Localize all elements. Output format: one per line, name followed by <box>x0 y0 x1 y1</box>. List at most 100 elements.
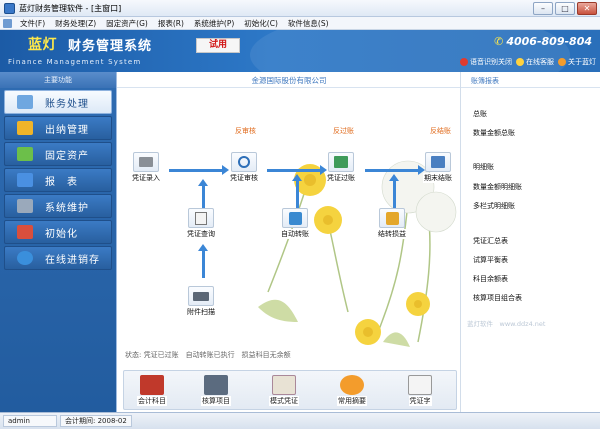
voucher-query-button[interactable]: 凭证查询 <box>184 208 218 242</box>
menu-initialize[interactable]: 初始化(C) <box>239 18 283 29</box>
voucher-audit-button[interactable]: 凭证审核 <box>227 152 261 186</box>
report-qty-amount-ledger[interactable]: 数量金额总账 <box>473 128 515 138</box>
brand-title: 财务管理系统 <box>68 39 153 54</box>
close-button[interactable]: ✕ <box>577 2 597 15</box>
menu-fixed-assets[interactable]: 固定资产(G) <box>101 18 153 29</box>
company-name: 金源国际股份有限公司 <box>117 74 461 88</box>
voucher-entry-label: 凭证录入 <box>131 173 161 183</box>
carry-profit-loss-button[interactable]: 结转损益 <box>375 208 409 242</box>
voucher-entry-button[interactable]: 凭证录入 <box>129 152 163 186</box>
workflow-status: 状态: 凭证已过账 自动转账已执行 损益科目无余额 <box>125 351 291 359</box>
about-label: 关于蓝灯 <box>568 58 596 66</box>
report-trial-balance[interactable]: 试算平衡表 <box>473 255 508 265</box>
sidebar: 主要功能 账务处理 出纳管理 固定资产 报 表 系统维护 初始化 在线进销存 <box>0 72 116 412</box>
flow-arrow-entry-audit <box>169 165 229 175</box>
online-service-label: 在线客服 <box>526 58 554 66</box>
transfer-icon <box>282 208 308 228</box>
report-voucher-summary[interactable]: 凭证汇总表 <box>473 236 508 246</box>
status-bar: admin 会计期间: 2008-02 <box>0 412 600 429</box>
brand-name: 蓝灯 <box>28 37 57 53</box>
sidebar-item-label: 在线进销存 <box>45 254 100 266</box>
summary-flower-icon <box>340 375 364 395</box>
window-controls: – □ ✕ <box>533 2 597 15</box>
flow-arrow-profit-close <box>389 174 399 208</box>
reverse-close-link[interactable]: 反结账 <box>430 126 451 136</box>
auto-transfer-button[interactable]: 自动转账 <box>278 208 312 242</box>
report-icon <box>17 173 33 187</box>
sidebar-item-maintenance[interactable]: 系统维护 <box>4 194 112 218</box>
about-link[interactable]: 关于蓝灯 <box>558 57 596 67</box>
hotline-number: 4006-809-804 <box>506 35 592 48</box>
reports-panel: 账簿报表 总账 数量金额总账 明细账 数量金额明细账 多栏式明细账 凭证汇总表 … <box>460 72 600 412</box>
menu-bar: 文件(F) 财务处理(Z) 固定资产(G) 报表(R) 系统维护(P) 初始化(… <box>0 17 600 30</box>
accounting-period: 会计期间: 2008-02 <box>60 415 132 427</box>
maximize-button[interactable]: □ <box>555 2 575 15</box>
menu-app-icon[interactable] <box>3 18 12 28</box>
sidebar-item-cashier[interactable]: 出纳管理 <box>4 116 112 140</box>
sidebar-item-reports[interactable]: 报 表 <box>4 168 112 192</box>
reverse-audit-link[interactable]: 反审核 <box>235 126 256 136</box>
minimize-button[interactable]: – <box>533 2 553 15</box>
report-qty-amount-detail[interactable]: 数量金额明细账 <box>473 182 522 192</box>
globe-icon <box>17 251 33 265</box>
voucher-word-label: 凭证字 <box>408 396 432 406</box>
reverse-post-link[interactable]: 反过账 <box>333 126 354 136</box>
window-title: 蓝灯财务管理软件 - [主窗口] <box>19 3 122 13</box>
sidebar-item-online-inventory[interactable]: 在线进销存 <box>4 246 112 270</box>
voucher-post-button[interactable]: 凭证过账 <box>324 152 358 186</box>
accounts-book-icon <box>140 375 164 395</box>
voucher-query-label: 凭证查询 <box>186 229 216 239</box>
period-close-label: 期末结账 <box>423 173 453 183</box>
sidebar-item-fixed-assets[interactable]: 固定资产 <box>4 142 112 166</box>
sidebar-item-label: 固定资产 <box>45 150 89 162</box>
chart-of-accounts-button[interactable]: 会计科目 <box>132 375 172 409</box>
monitor-icon <box>17 95 33 109</box>
sidebar-item-accounting[interactable]: 账务处理 <box>4 90 112 114</box>
voucher-word-button[interactable]: 凭证字 <box>400 375 440 409</box>
menu-accounting[interactable]: 财务处理(Z) <box>50 18 101 29</box>
flow-arrow-audit-post <box>267 165 327 175</box>
accounting-items-label: 核算项目 <box>201 396 231 406</box>
brand-subtitle: Finance Management System <box>8 58 142 66</box>
common-summary-button[interactable]: 常用摘要 <box>332 375 372 409</box>
assets-icon <box>17 147 33 161</box>
hotline: ✆ 4006-809-804 <box>494 35 592 48</box>
sidebar-item-initialize[interactable]: 初始化 <box>4 220 112 244</box>
online-service-link[interactable]: 在线客服 <box>516 57 554 67</box>
voucher-entry-icon <box>133 152 159 172</box>
report-general-ledger[interactable]: 总账 <box>473 109 487 119</box>
flow-arrow-post-close <box>365 165 425 175</box>
voice-recognition-link[interactable]: 语音识别关闭 <box>460 57 512 67</box>
app-icon <box>4 2 15 14</box>
home-icon <box>558 58 566 66</box>
report-detail-ledger[interactable]: 明细账 <box>473 162 494 172</box>
menu-maintenance[interactable]: 系统维护(P) <box>189 18 239 29</box>
menu-file[interactable]: 文件(F) <box>15 18 50 29</box>
report-item-combination[interactable]: 核算项目组合表 <box>473 293 522 303</box>
header-links: 语音识别关闭 在线客服 关于蓝灯 <box>460 57 596 67</box>
attachment-scan-button[interactable]: 附件扫描 <box>184 286 218 320</box>
sidebar-item-label: 报 表 <box>45 176 78 188</box>
coins-icon <box>17 121 33 135</box>
setup-icon <box>17 225 33 239</box>
period-close-button[interactable]: 期末结账 <box>421 152 455 186</box>
sidebar-heading: 主要功能 <box>0 72 116 88</box>
accounting-items-button[interactable]: 核算项目 <box>196 375 236 409</box>
report-multi-column-detail[interactable]: 多栏式明细账 <box>473 201 515 211</box>
voucher-template-button[interactable]: 模式凭证 <box>264 375 304 409</box>
menu-reports[interactable]: 报表(R) <box>153 18 189 29</box>
profit-loss-icon <box>379 208 405 228</box>
voucher-audit-label: 凭证审核 <box>229 173 259 183</box>
voucher-template-label: 模式凭证 <box>269 396 299 406</box>
common-summary-label: 常用摘要 <box>337 396 367 406</box>
site-watermark: 蓝灯软件 www.ddz4.net <box>467 320 546 328</box>
report-account-balance[interactable]: 科目余额表 <box>473 274 508 284</box>
voucher-word-icon <box>408 375 432 395</box>
menu-software-info[interactable]: 软件信息(S) <box>283 18 334 29</box>
current-user: admin <box>3 415 57 427</box>
sidebar-item-label: 出纳管理 <box>45 124 89 136</box>
workflow-panel: 金源国际股份有限公司 反审核 反过账 反结账 凭证录入 凭证审核 凭证过账 期末… <box>116 72 461 412</box>
title-bar: 蓝灯财务管理软件 - [主窗口] – □ ✕ <box>0 0 600 17</box>
period-label: 会计期间: <box>65 417 96 425</box>
flow-arrow-scan-query <box>198 244 208 278</box>
